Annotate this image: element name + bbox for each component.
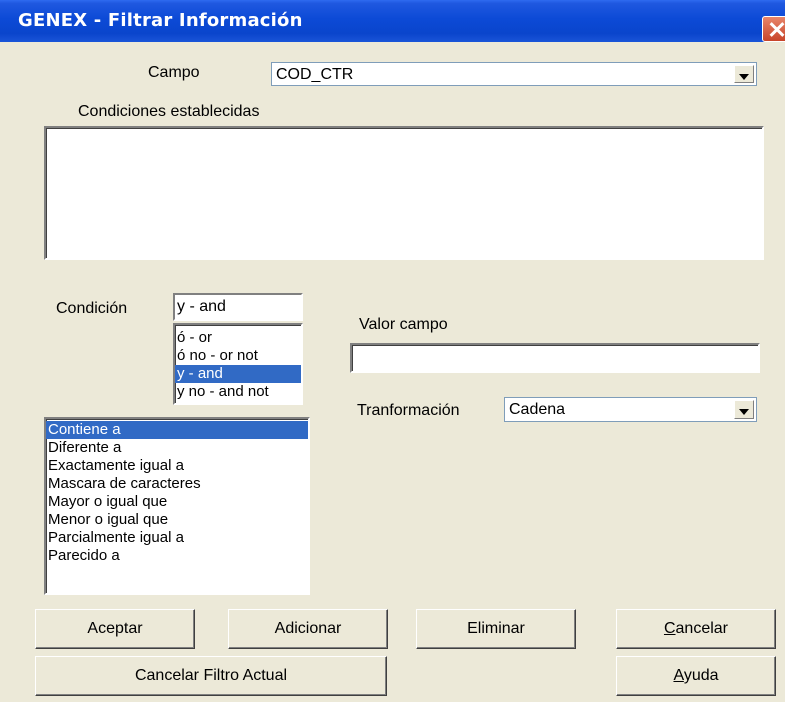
condiciones-list[interactable] — [44, 126, 764, 260]
campo-value: COD_CTR — [276, 66, 354, 83]
condicion-field[interactable]: y - and — [173, 293, 303, 321]
list-item[interactable]: ó - or — [175, 329, 301, 347]
transformacion-select[interactable]: Cadena — [504, 397, 757, 422]
condicion-label: Condición — [56, 300, 128, 317]
valor-campo-input[interactable] — [350, 343, 760, 373]
eliminar-button[interactable]: Eliminar — [416, 609, 576, 649]
campo-select[interactable]: COD_CTR — [271, 62, 757, 86]
list-item[interactable]: y no - and not — [175, 383, 301, 401]
campo-label: Campo — [148, 64, 200, 81]
transformacion-value: Cadena — [509, 401, 566, 418]
operador-list[interactable]: Contiene a Diferente a Exactamente igual… — [44, 417, 310, 595]
ayuda-label: yuda — [683, 667, 719, 684]
close-icon[interactable] — [762, 16, 785, 42]
list-item[interactable]: ó no - or not — [175, 347, 301, 365]
title-bar[interactable]: GENEX - Filtrar Información — [0, 0, 785, 42]
filter-dialog: GENEX - Filtrar Información Campo COD_CT… — [0, 0, 785, 702]
cancelar-filtro-button[interactable]: Cancelar Filtro Actual — [35, 656, 387, 696]
condicion-list[interactable]: ó - or ó no - or not y - and y no - and … — [173, 323, 303, 405]
adicionar-button[interactable]: Adicionar — [228, 609, 388, 649]
cancelar-mnemonic: C — [663, 620, 676, 637]
ayuda-button[interactable]: Ayuda — [616, 656, 776, 696]
list-item[interactable]: y - and — [175, 365, 301, 383]
condiciones-label: Condiciones establecidas — [78, 103, 260, 120]
valor-campo-label: Valor campo — [359, 316, 448, 333]
ayuda-mnemonic: A — [673, 667, 684, 684]
cancelar-label: ancelar — [675, 620, 729, 637]
list-item[interactable]: Diferente a — [46, 439, 308, 457]
aceptar-button[interactable]: Aceptar — [35, 609, 195, 649]
list-item[interactable]: Mascara de caracteres — [46, 475, 308, 493]
list-item[interactable]: Contiene a — [46, 421, 308, 439]
transformacion-label: Tranformación — [357, 402, 460, 419]
window-title: GENEX - Filtrar Información — [18, 10, 303, 31]
list-item[interactable]: Parecido a — [46, 547, 308, 565]
condicion-value: y - and — [177, 298, 226, 315]
list-item[interactable]: Mayor o igual que — [46, 493, 308, 511]
chevron-down-icon[interactable] — [734, 400, 754, 419]
list-item[interactable]: Parcialmente igual a — [46, 529, 308, 547]
list-item[interactable]: Menor o igual que — [46, 511, 308, 529]
chevron-down-icon[interactable] — [734, 65, 754, 83]
cancelar-button[interactable]: Cancelar — [616, 609, 776, 649]
list-item[interactable]: Exactamente igual a — [46, 457, 308, 475]
